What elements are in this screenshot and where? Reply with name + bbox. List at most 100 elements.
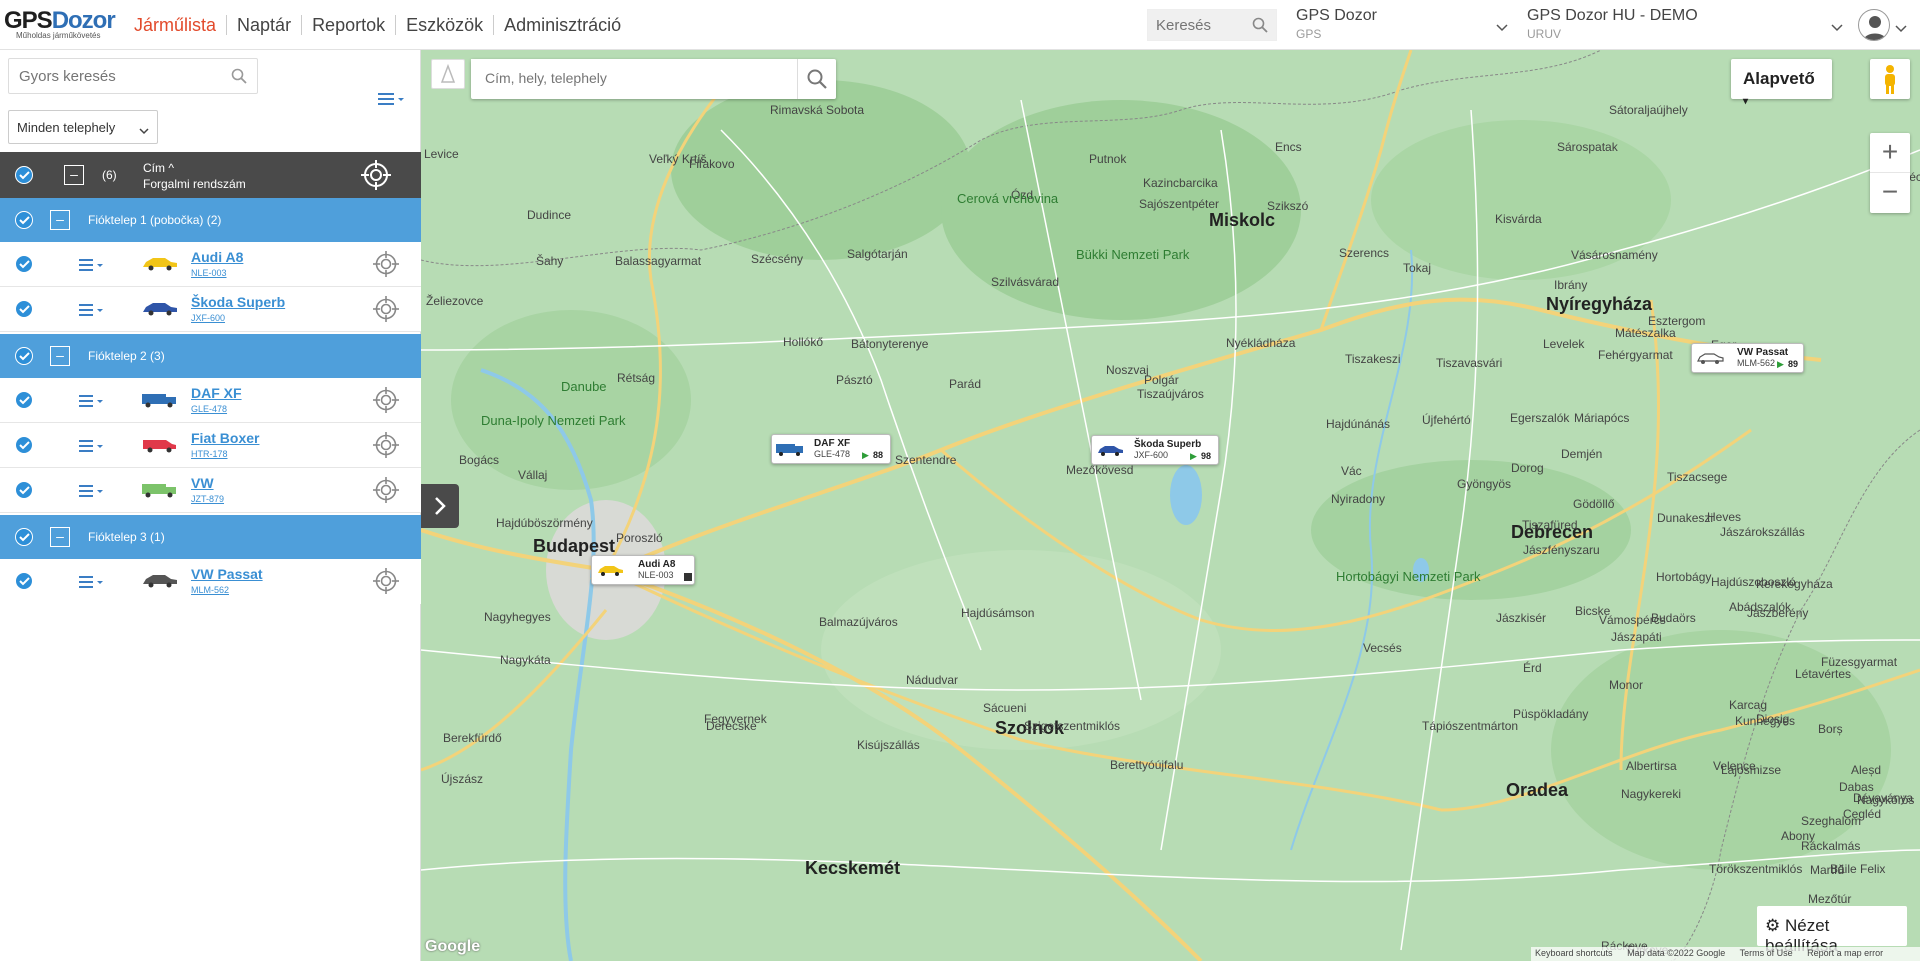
- nav-tools[interactable]: Eszközök: [395, 15, 493, 35]
- avatar[interactable]: [1858, 9, 1890, 41]
- vehicle-checkbox[interactable]: [15, 391, 33, 409]
- vehicle-checkbox[interactable]: [15, 481, 33, 499]
- target-icon[interactable]: [373, 296, 399, 327]
- city-label: Törökszentmiklós: [1709, 862, 1803, 876]
- vehicle-name[interactable]: Škoda Superb: [191, 294, 285, 310]
- search-icon[interactable]: [231, 68, 247, 89]
- report-error-link[interactable]: Report a map error: [1807, 948, 1883, 958]
- vehicle-name[interactable]: Fiat Boxer: [191, 430, 259, 446]
- vehicle-plate[interactable]: JZT-879: [191, 494, 224, 504]
- vehicle-name[interactable]: DAF XF: [191, 385, 242, 401]
- city-label: Dunakeszi: [1657, 511, 1714, 525]
- vehicle-row[interactable]: Fiat Boxer HTR-178: [0, 423, 421, 468]
- vehicle-name[interactable]: VW Passat: [191, 566, 263, 582]
- target-icon[interactable]: [373, 568, 399, 599]
- branch-select[interactable]: Minden telephely: [8, 110, 158, 144]
- truck-icon: [142, 482, 178, 503]
- quick-search-input[interactable]: [9, 67, 219, 85]
- vehicle-row[interactable]: VW JZT-879: [0, 468, 421, 513]
- account-selector-gps[interactable]: GPS Dozor GPS: [1296, 7, 1508, 47]
- city-label: Karcag: [1729, 698, 1768, 712]
- vehicle-checkbox[interactable]: [15, 436, 33, 454]
- vehicle-checkbox[interactable]: [15, 300, 33, 318]
- nav-vehicle-list[interactable]: Járműlista: [124, 15, 226, 35]
- chevron-down-icon[interactable]: [1895, 20, 1907, 38]
- sort-address[interactable]: Cím ^: [143, 161, 174, 175]
- vehicle-name[interactable]: Audi A8: [191, 249, 243, 265]
- city-label: Tiszavasvári: [1436, 356, 1503, 370]
- collapse-group-button[interactable]: –: [50, 210, 70, 230]
- city-label: Nagyhegyes: [484, 610, 551, 624]
- search-icon[interactable]: [807, 69, 827, 94]
- nav-administration[interactable]: Adminisztráció: [493, 15, 631, 35]
- street-view-pegman-icon[interactable]: [1870, 59, 1910, 99]
- city-label: Kerekegyháza: [1756, 577, 1833, 591]
- list-menu-icon[interactable]: [378, 92, 406, 111]
- nav-calendar[interactable]: Naptár: [226, 15, 301, 35]
- vehicle-checkbox[interactable]: [15, 572, 33, 590]
- draw-tool-button[interactable]: [431, 59, 465, 89]
- logo[interactable]: GPSDozor Műholdas járműkövetés: [4, 9, 122, 43]
- map-search-input[interactable]: [471, 59, 791, 97]
- vehicle-menu-icon[interactable]: [79, 484, 105, 503]
- main-nav: Járműlista Naptár Reportok Eszközök Admi…: [124, 0, 631, 50]
- vehicle-plate[interactable]: NLE-003: [191, 268, 227, 278]
- terms-link[interactable]: Terms of Use: [1740, 948, 1793, 958]
- zoom-in-button[interactable]: +: [1870, 133, 1910, 173]
- collapse-sidebar-button[interactable]: [421, 484, 459, 528]
- city-label: Egerszalók: [1510, 411, 1570, 425]
- target-icon[interactable]: [373, 432, 399, 463]
- sort-plate[interactable]: Forgalmi rendszám: [143, 177, 246, 191]
- car-icon: [142, 256, 178, 277]
- city-label: Mezőkövesd: [1066, 463, 1134, 477]
- vehicle-menu-icon[interactable]: [79, 575, 105, 594]
- group-row[interactable]: – Fióktelep 3 (1): [0, 515, 421, 559]
- city-label: Vác: [1341, 464, 1362, 478]
- map-marker-daf-xf[interactable]: DAF XF GLE-478 ▶ 88: [771, 434, 891, 464]
- vehicle-name[interactable]: VW: [191, 475, 214, 491]
- search-icon[interactable]: [1252, 17, 1268, 38]
- collapse-group-button[interactable]: –: [50, 527, 70, 547]
- vehicle-row[interactable]: Audi A8 NLE-003: [0, 242, 421, 287]
- vehicle-menu-icon[interactable]: [79, 439, 105, 458]
- target-icon[interactable]: [373, 251, 399, 282]
- vehicle-plate[interactable]: JXF-600: [191, 313, 225, 323]
- target-icon[interactable]: [373, 387, 399, 418]
- keyboard-shortcuts-link[interactable]: Keyboard shortcuts: [1535, 948, 1613, 958]
- city-label: Szigetszentmiklós: [1024, 719, 1121, 733]
- collapse-group-button[interactable]: –: [50, 346, 70, 366]
- city-label: Kazincbarcika: [1143, 176, 1218, 190]
- vehicle-plate[interactable]: HTR-178: [191, 449, 228, 459]
- vehicle-checkbox[interactable]: [15, 255, 33, 273]
- group-checkbox[interactable]: [15, 211, 33, 229]
- zoom-out-button[interactable]: −: [1870, 173, 1910, 213]
- target-icon[interactable]: [373, 477, 399, 508]
- vehicle-row[interactable]: Škoda Superb JXF-600: [0, 287, 421, 332]
- vehicle-count: (6): [102, 168, 117, 182]
- nav-reports[interactable]: Reportok: [301, 15, 395, 35]
- map-type-selector[interactable]: Alapvető ▾: [1731, 59, 1832, 107]
- vehicle-plate[interactable]: MLM-562: [191, 585, 229, 595]
- view-settings-button[interactable]: ⚙ Nézet beállítása: [1757, 906, 1907, 955]
- group-checkbox[interactable]: [15, 528, 33, 546]
- select-all-checkbox[interactable]: [15, 166, 33, 184]
- region-label: Cerová vrchovina: [957, 191, 1059, 206]
- vehicle-menu-icon[interactable]: [79, 394, 105, 413]
- collapse-all-button[interactable]: –: [64, 165, 84, 185]
- city-label-major: Miskolc: [1209, 210, 1276, 230]
- map-marker-vw-passat[interactable]: VW Passat MLM-562 ▶ 89: [1691, 343, 1804, 373]
- map-marker-audi-a8[interactable]: Audi A8 NLE-003: [591, 555, 695, 585]
- map-marker-skoda-superb[interactable]: Škoda Superb JXF-600 ▶ 98: [1091, 435, 1219, 465]
- vehicle-menu-icon[interactable]: [79, 258, 105, 277]
- target-icon[interactable]: [361, 160, 391, 195]
- vehicle-row[interactable]: DAF XF GLE-478: [0, 378, 421, 423]
- group-row[interactable]: – Fióktelep 2 (3): [0, 334, 421, 378]
- group-checkbox[interactable]: [15, 347, 33, 365]
- top-search-input[interactable]: [1148, 16, 1248, 34]
- map[interactable]: Budapest Miskolc Debrecen Szolnok Kecskemét N…: [421, 50, 1920, 961]
- account-selector-demo[interactable]: GPS Dozor HU - DEMO URUV: [1527, 7, 1843, 47]
- group-row[interactable]: – Fióktelep 1 (pobočka) (2): [0, 198, 421, 242]
- vehicle-plate[interactable]: GLE-478: [191, 404, 227, 414]
- vehicle-menu-icon[interactable]: [79, 303, 105, 322]
- vehicle-row[interactable]: VW Passat MLM-562: [0, 559, 421, 604]
